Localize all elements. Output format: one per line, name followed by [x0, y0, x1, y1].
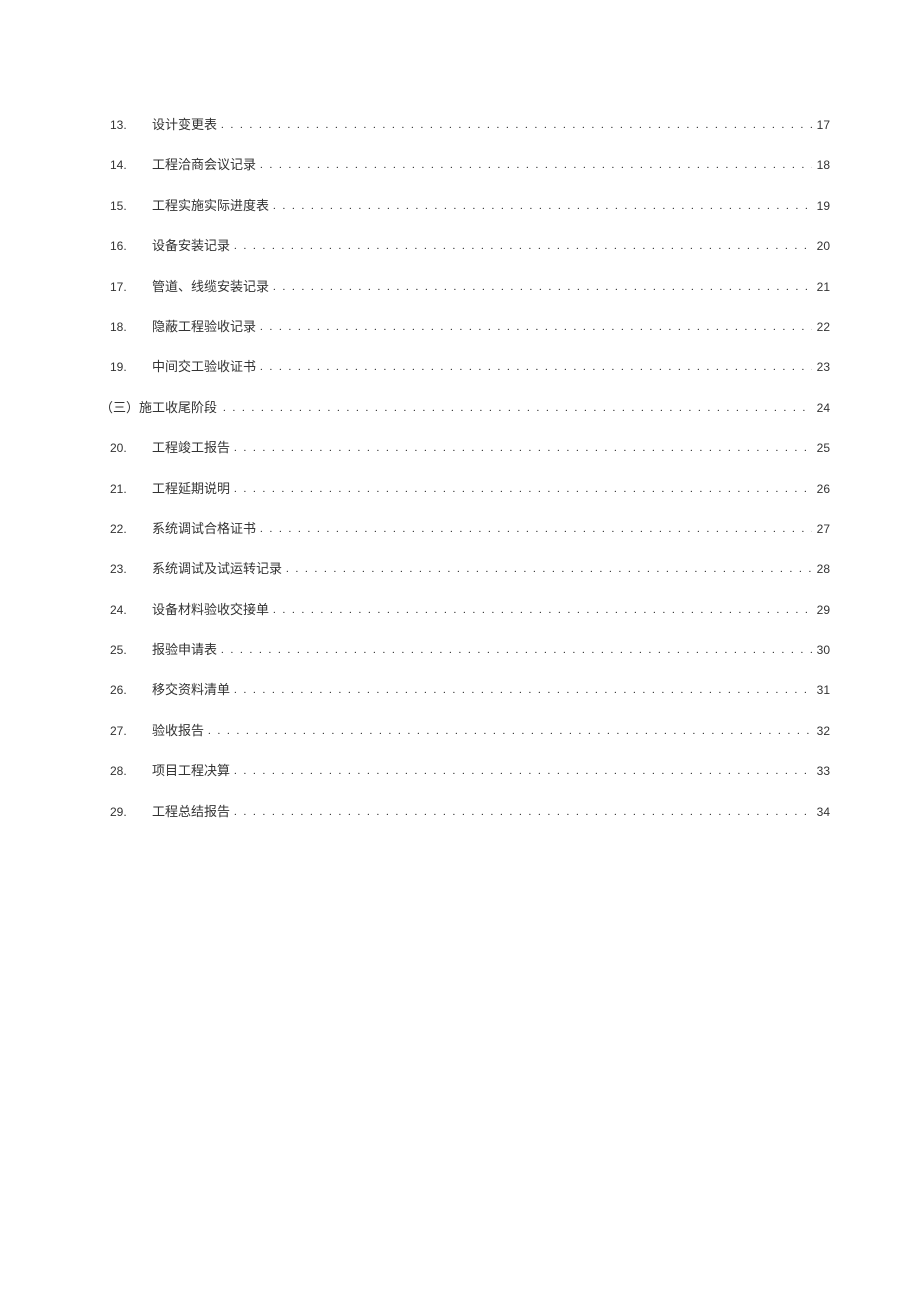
toc-number: 28.	[110, 763, 152, 780]
toc-entry: 24. 设备材料验收交接单 29	[110, 601, 830, 619]
toc-section-heading: （三）施工收尾阶段 24	[100, 399, 830, 417]
toc-entry: 28. 项目工程决算 33	[110, 762, 830, 780]
toc-number: 17.	[110, 279, 152, 296]
toc-page: 32	[812, 723, 830, 740]
toc-leader	[204, 724, 812, 739]
toc-page: 21	[812, 279, 830, 296]
toc-container: 13. 设计变更表 17 14. 工程洽商会议记录 18 15. 工程实施实际进…	[110, 116, 830, 821]
toc-title: 设计变更表	[152, 116, 217, 134]
toc-page: 24	[812, 400, 830, 417]
toc-title: 设备安装记录	[152, 237, 230, 255]
toc-number: 21.	[110, 481, 152, 498]
toc-leader	[230, 683, 812, 698]
toc-entry: 15. 工程实施实际进度表 19	[110, 197, 830, 215]
toc-leader	[230, 482, 812, 497]
toc-title: 项目工程决算	[152, 762, 230, 780]
toc-leader	[230, 239, 812, 254]
toc-page: 25	[812, 440, 830, 457]
toc-number: 15.	[110, 198, 152, 215]
toc-leader	[256, 320, 812, 335]
toc-entry: 14. 工程洽商会议记录 18	[110, 156, 830, 174]
toc-number: 16.	[110, 238, 152, 255]
toc-page: 31	[812, 682, 830, 699]
toc-title: 设备材料验收交接单	[152, 601, 269, 619]
toc-page: 18	[812, 157, 830, 174]
toc-leader	[230, 805, 812, 820]
toc-page: 19	[812, 198, 830, 215]
toc-title: 工程延期说明	[152, 480, 230, 498]
toc-leader	[217, 118, 812, 133]
toc-number: 13.	[110, 117, 152, 134]
toc-page: 33	[812, 763, 830, 780]
toc-page: 30	[812, 642, 830, 659]
toc-entry: 18. 隐蔽工程验收记录 22	[110, 318, 830, 336]
toc-leader	[219, 401, 812, 416]
toc-number: 25.	[110, 642, 152, 659]
toc-page: 27	[812, 521, 830, 538]
toc-number: 26.	[110, 682, 152, 699]
toc-title: 验收报告	[152, 722, 204, 740]
toc-number: 14.	[110, 157, 152, 174]
toc-title: 移交资料清单	[152, 681, 230, 699]
toc-title: 工程总结报告	[152, 803, 230, 821]
toc-number: 19.	[110, 359, 152, 376]
toc-title: 系统调试及试运转记录	[152, 560, 282, 578]
toc-title: 报验申请表	[152, 641, 217, 659]
toc-number: 29.	[110, 804, 152, 821]
toc-leader	[217, 643, 812, 658]
toc-page: 22	[812, 319, 830, 336]
toc-page: 34	[812, 804, 830, 821]
toc-leader	[269, 603, 812, 618]
toc-leader	[230, 441, 812, 456]
toc-entry: 20. 工程竣工报告 25	[110, 439, 830, 457]
toc-leader	[256, 522, 812, 537]
toc-leader	[282, 562, 812, 577]
toc-entry: 21. 工程延期说明 26	[110, 480, 830, 498]
toc-entry: 22. 系统调试合格证书 27	[110, 520, 830, 538]
toc-section-title: （三）施工收尾阶段	[100, 399, 219, 417]
toc-entry: 16. 设备安装记录 20	[110, 237, 830, 255]
toc-number: 20.	[110, 440, 152, 457]
toc-title: 中间交工验收证书	[152, 358, 256, 376]
toc-title: 工程实施实际进度表	[152, 197, 269, 215]
toc-entry: 25. 报验申请表 30	[110, 641, 830, 659]
toc-title: 系统调试合格证书	[152, 520, 256, 538]
toc-entry: 13. 设计变更表 17	[110, 116, 830, 134]
toc-number: 22.	[110, 521, 152, 538]
toc-entry: 17. 管道、线缆安装记录 21	[110, 278, 830, 296]
toc-page: 17	[812, 117, 830, 134]
toc-entry: 27. 验收报告 32	[110, 722, 830, 740]
toc-page: 26	[812, 481, 830, 498]
toc-title: 工程竣工报告	[152, 439, 230, 457]
toc-leader	[230, 764, 812, 779]
toc-page: 23	[812, 359, 830, 376]
toc-number: 24.	[110, 602, 152, 619]
toc-title: 管道、线缆安装记录	[152, 278, 269, 296]
toc-title: 工程洽商会议记录	[152, 156, 256, 174]
toc-number: 27.	[110, 723, 152, 740]
toc-page: 29	[812, 602, 830, 619]
toc-entry: 23. 系统调试及试运转记录 28	[110, 560, 830, 578]
toc-leader	[269, 199, 812, 214]
toc-entry: 29. 工程总结报告 34	[110, 803, 830, 821]
toc-title: 隐蔽工程验收记录	[152, 318, 256, 336]
toc-leader	[256, 360, 812, 375]
toc-entry: 26. 移交资料清单 31	[110, 681, 830, 699]
toc-number: 18.	[110, 319, 152, 336]
toc-page: 28	[812, 561, 830, 578]
toc-number: 23.	[110, 561, 152, 578]
toc-page: 20	[812, 238, 830, 255]
toc-leader	[256, 158, 812, 173]
toc-leader	[269, 280, 812, 295]
toc-entry: 19. 中间交工验收证书 23	[110, 358, 830, 376]
